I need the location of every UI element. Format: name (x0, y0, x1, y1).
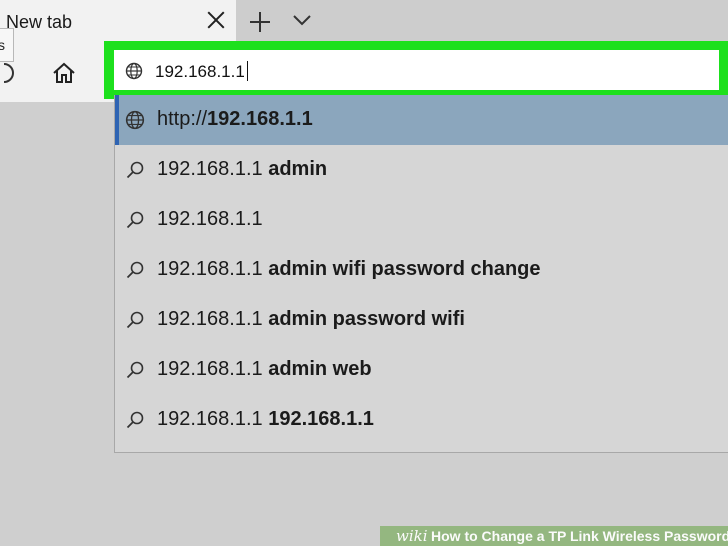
search-icon (125, 260, 145, 280)
suggestion-bold: admin (268, 158, 328, 180)
suggestion-text: 192.168.1.1 admin password wifi (157, 308, 465, 331)
suggestion-bold: admin password wifi (268, 308, 465, 330)
text-caret (246, 61, 248, 81)
search-icon (125, 360, 145, 380)
suggestion-row[interactable]: 192.168.1.1 admin password wifi (115, 295, 728, 345)
suggestion-prefix: 192.168.1.1 (157, 408, 269, 430)
suggestion-text: 192.168.1.1 192.168.1.1 (157, 408, 374, 431)
suggestion-prefix: 192.168.1.1 (157, 258, 269, 280)
suggestion-bold: 192.168.1.1 (207, 108, 313, 130)
tab-close-icon[interactable] (205, 9, 227, 31)
selection-indicator (115, 95, 119, 145)
watermark: wiki How to Change a TP Link Wireless Pa… (380, 526, 728, 546)
globe-icon (125, 110, 145, 130)
suggestion-bold: 192.168.1.1 (268, 408, 374, 430)
tab-title: New tab (6, 12, 73, 32)
suggestion-row[interactable]: 192.168.1.1 admin (115, 145, 728, 195)
suggestion-bold: admin web (268, 358, 372, 380)
search-icon (125, 160, 145, 180)
refresh-icon[interactable] (0, 60, 22, 86)
suggestion-bold: admin wifi password change (268, 258, 541, 280)
tooltip-fragment-text: s (0, 37, 5, 53)
address-bar[interactable]: 192.168.1.1 (114, 50, 719, 90)
globe-icon (125, 62, 143, 80)
chevron-down-icon[interactable] (290, 10, 314, 30)
address-input[interactable]: 192.168.1.1 (155, 61, 248, 82)
suggestion-prefix: http:// (157, 108, 208, 130)
tooltip-fragment: s (0, 28, 14, 62)
search-icon (125, 210, 145, 230)
suggestion-text: 192.168.1.1 admin web (157, 358, 372, 381)
watermark-text: How to Change a TP Link Wireless Passwor… (431, 528, 728, 544)
suggestion-text: 192.168.1.1 (157, 208, 263, 231)
suggestion-text: http://192.168.1.1 (157, 108, 313, 131)
tab-strip: New tab (0, 0, 728, 44)
suggestion-prefix: 192.168.1.1 (157, 308, 269, 330)
suggestion-prefix: 192.168.1.1 (157, 358, 269, 380)
search-icon (125, 410, 145, 430)
tab-new-tab[interactable]: New tab (0, 0, 236, 44)
suggestion-row[interactable]: 192.168.1.1 admin web (115, 345, 728, 395)
wikihow-logo: wiki (396, 527, 428, 545)
address-value: 192.168.1.1 (155, 62, 245, 81)
suggestion-row[interactable]: http://192.168.1.1 (115, 95, 728, 145)
page-background (0, 102, 114, 546)
suggestion-row[interactable]: 192.168.1.1 (115, 195, 728, 245)
search-icon (125, 310, 145, 330)
home-icon[interactable] (52, 62, 76, 84)
suggestion-row[interactable]: 192.168.1.1 192.168.1.1 (115, 395, 728, 445)
suggestion-text: 192.168.1.1 admin (157, 158, 327, 181)
suggestion-prefix: 192.168.1.1 (157, 158, 269, 180)
new-tab-plus-icon[interactable] (248, 10, 272, 34)
suggestion-row[interactable]: 192.168.1.1 admin wifi password change (115, 245, 728, 295)
suggestion-prefix: 192.168.1.1 (157, 208, 263, 230)
suggestion-text: 192.168.1.1 admin wifi password change (157, 258, 541, 281)
suggestions-dropdown: http://192.168.1.1 192.168.1.1 admin 192.1… (114, 95, 728, 453)
